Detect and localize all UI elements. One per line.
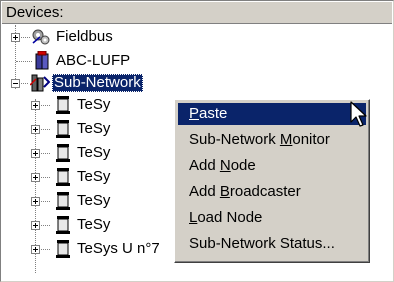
tesys-node-icon — [56, 216, 70, 234]
devices-header: Devices: — [2, 2, 392, 24]
tree-item-label: TeSy — [77, 216, 111, 233]
menu-item-accelerator: M — [279, 131, 293, 148]
tesys-node-icon — [56, 192, 70, 210]
collapse-icon[interactable] — [11, 79, 20, 88]
menu-item-text: roadcaster — [229, 183, 301, 200]
tesys-node-icon — [56, 96, 70, 114]
tree-item-label: TeSy — [77, 96, 111, 113]
expand-icon[interactable] — [31, 101, 40, 110]
expand-icon[interactable] — [31, 125, 40, 134]
expand-icon[interactable] — [31, 197, 40, 206]
tesys-node-icon — [56, 120, 70, 138]
tree-item-label-selected: Sub-Network — [52, 74, 143, 92]
expand-icon[interactable] — [31, 245, 40, 254]
tree-item-label: TeSy — [77, 168, 111, 185]
gateway-device-icon — [35, 51, 49, 70]
menu-item-accelerator: B — [219, 183, 230, 200]
tesys-node-icon — [56, 168, 70, 186]
menu-item-sub-network-status[interactable]: Sub-Network Status... — [178, 233, 366, 255]
tree-item-sub-network[interactable]: Sub-Network — [1, 71, 393, 95]
menu-item-text: Sub-Network Status... — [189, 235, 335, 252]
tree-connector — [16, 61, 32, 62]
tree-item-label: TeSys U n°7 — [77, 240, 160, 257]
menu-item-text: Add — [189, 183, 220, 200]
tree-item-label: TeSy — [77, 120, 111, 137]
tree-item-abc-lufp[interactable]: ABC-LUFP — [1, 49, 393, 73]
menu-item-text: Sub-Network — [189, 131, 280, 148]
tree-item-label: Fieldbus — [56, 28, 113, 45]
menu-item-add-node[interactable]: Add Node — [178, 155, 366, 177]
tree-item-label: TeSy — [77, 144, 111, 161]
menu-item-accelerator: N — [219, 157, 231, 174]
tesys-node-icon — [56, 240, 70, 258]
menu-item-text: onitor — [292, 131, 330, 148]
expand-icon[interactable] — [11, 33, 20, 42]
tree-item-label: TeSy — [77, 192, 111, 209]
menu-item-text: aste — [199, 105, 228, 122]
menu-item-text: ode — [230, 157, 256, 174]
expand-icon[interactable] — [31, 173, 40, 182]
tree-item-label: ABC-LUFP — [56, 52, 131, 69]
tesys-node-icon — [56, 144, 70, 162]
menu-item-paste[interactable]: Paste — [178, 103, 366, 125]
expand-icon[interactable] — [31, 221, 40, 230]
tree-item-fieldbus[interactable]: Fieldbus — [1, 27, 393, 51]
menu-item-text: Add — [189, 157, 220, 174]
menu-item-text: oad Node — [197, 209, 263, 226]
context-menu: Paste Sub-Network Monitor Add Node Add B… — [174, 99, 370, 263]
menu-item-add-broadcaster[interactable]: Add Broadcaster — [178, 181, 366, 203]
menu-item-load-node[interactable]: Load Node — [178, 207, 366, 229]
menu-item-sub-network-monitor[interactable]: Sub-Network Monitor — [178, 129, 366, 151]
fieldbus-gear-icon — [32, 29, 50, 45]
sub-network-icon — [30, 74, 50, 92]
expand-icon[interactable] — [31, 149, 40, 158]
menu-item-accelerator: P — [189, 105, 200, 122]
